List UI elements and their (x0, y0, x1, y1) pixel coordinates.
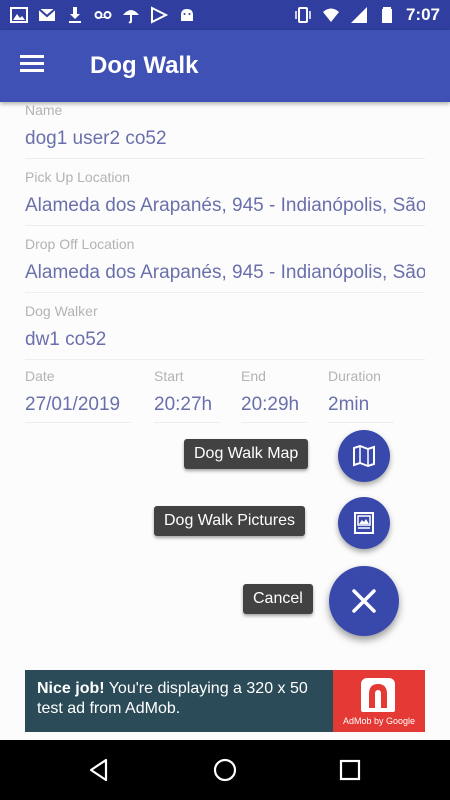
admob-logo: AdMob by Google (333, 670, 425, 732)
signal-icon (350, 7, 367, 23)
ad-headline: Nice job! (37, 680, 105, 697)
back-icon[interactable] (86, 757, 112, 783)
ad-text: Nice job! You're displaying a 320 x 50 t… (37, 679, 337, 719)
status-bar: 7:07 (0, 0, 450, 30)
dog-walk-map-button[interactable] (338, 430, 390, 482)
admob-caption: AdMob by Google (342, 716, 416, 726)
cancel-label[interactable]: Cancel (243, 584, 313, 614)
dog-walk-pictures-label[interactable]: Dog Walk Pictures (154, 506, 305, 536)
dog-walk-map-label[interactable]: Dog Walk Map (184, 439, 309, 469)
wifi-icon (322, 8, 339, 22)
battery-icon (381, 7, 392, 23)
play-store-icon (151, 6, 168, 24)
gmail-icon (38, 8, 56, 21)
hamburger-menu-icon[interactable] (20, 52, 50, 80)
status-time: 7:07 (405, 5, 440, 24)
vibrate-icon (295, 7, 311, 23)
home-icon[interactable] (212, 757, 238, 783)
voicemail-icon (94, 11, 112, 19)
admob-logo-mark (361, 678, 395, 712)
navigation-bar (0, 740, 450, 800)
image-icon (10, 7, 28, 23)
android-icon (181, 9, 193, 21)
umbrella-icon (123, 10, 139, 24)
recents-icon[interactable] (337, 757, 363, 783)
page-title: Dog Walk (90, 52, 199, 79)
app-bar: Dog Walk (0, 30, 450, 102)
close-icon (352, 589, 376, 613)
ad-banner[interactable]: Nice job! You're displaying a 320 x 50 t… (25, 670, 425, 732)
fab-menu-overlay[interactable] (0, 102, 450, 740)
cancel-fab-button[interactable] (329, 566, 399, 636)
dog-walk-pictures-button[interactable] (338, 497, 390, 549)
pictures-icon (354, 512, 374, 534)
map-icon (353, 444, 375, 468)
download-icon (69, 7, 81, 23)
